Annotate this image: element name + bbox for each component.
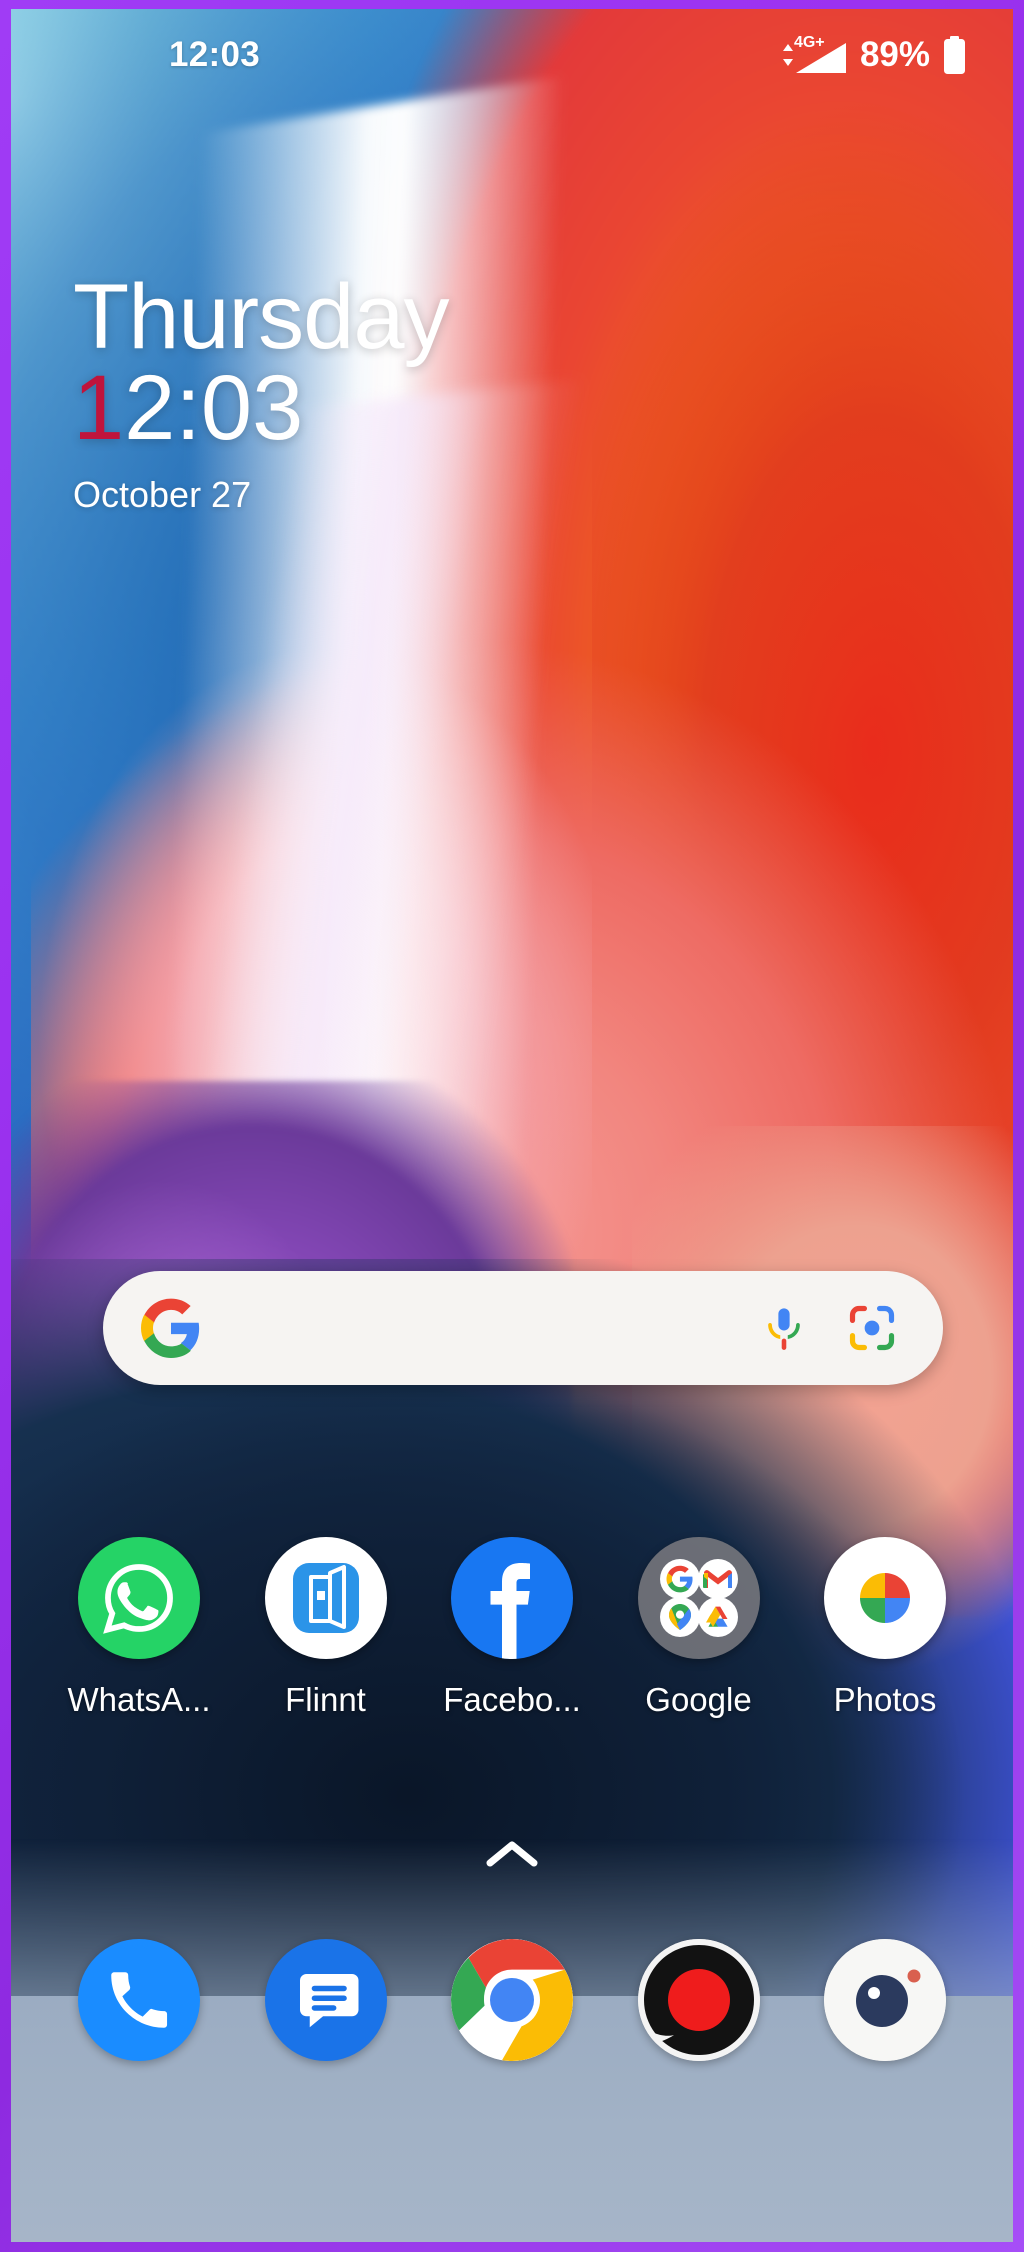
clock-weekday: Thursday bbox=[73, 266, 449, 368]
dock-item-messages[interactable] bbox=[236, 1939, 416, 2061]
app-label: Photos bbox=[833, 1681, 937, 1718]
status-bar-clock: 12:03 bbox=[169, 35, 261, 74]
camera-icon[interactable] bbox=[824, 1939, 946, 2061]
lockscreen-clock-widget[interactable]: Thursday 12:03 October 27 bbox=[73, 266, 449, 516]
google-photos-icon[interactable] bbox=[824, 1537, 946, 1659]
signal-bars-icon: 4G+ bbox=[782, 35, 848, 75]
app-google-photos[interactable]: Photos bbox=[795, 1537, 975, 1719]
google-folder-icon[interactable] bbox=[637, 1537, 760, 1659]
app-label: WhatsA... bbox=[67, 1681, 211, 1718]
clock-time: 12:03 bbox=[73, 356, 449, 459]
messages-icon[interactable] bbox=[264, 1939, 387, 2061]
dock bbox=[11, 1939, 1013, 2061]
app-label: Flinnt bbox=[285, 1681, 366, 1718]
clock-time-rest: 2:03 bbox=[124, 356, 304, 459]
app-flinnt[interactable]: Flinnt bbox=[236, 1537, 416, 1719]
home-screen-app-row: WhatsA... Flinnt Facebo... Google Photos bbox=[11, 1537, 1013, 1719]
record-icon[interactable] bbox=[637, 1939, 760, 2061]
screenshot-purple-border: 12:03 4G+ 89% Thursday 12:03 October 27 … bbox=[0, 0, 1024, 2252]
phone-icon[interactable] bbox=[78, 1939, 200, 2061]
clock-date: October 27 bbox=[73, 474, 252, 516]
whatsapp-icon[interactable] bbox=[78, 1537, 200, 1659]
facebook-icon[interactable] bbox=[451, 1537, 573, 1659]
app-label: Google bbox=[645, 1681, 752, 1718]
battery-icon bbox=[944, 36, 965, 74]
status-bar-icons: 4G+ 89% bbox=[782, 35, 967, 75]
phone-screen: 12:03 4G+ 89% Thursday 12:03 October 27 … bbox=[11, 9, 1013, 2242]
app-facebook[interactable]: Facebo... bbox=[422, 1537, 602, 1719]
status-bar: 12:03 4G+ 89% bbox=[11, 9, 1013, 101]
app-whatsapp[interactable]: WhatsA... bbox=[49, 1537, 229, 1719]
google-search-bar[interactable] bbox=[103, 1271, 943, 1385]
chevron-up-icon[interactable] bbox=[484, 1837, 540, 1871]
google-lens-camera-icon[interactable] bbox=[841, 1297, 903, 1359]
battery-percent-label: 89% bbox=[859, 35, 930, 74]
dock-item-screen-recorder[interactable] bbox=[609, 1939, 789, 2061]
flinnt-icon[interactable] bbox=[264, 1537, 387, 1659]
app-folder-google[interactable]: Google bbox=[609, 1537, 789, 1719]
dock-item-phone[interactable] bbox=[49, 1939, 229, 2061]
dock-item-chrome[interactable] bbox=[422, 1939, 602, 2061]
search-input[interactable] bbox=[201, 1271, 753, 1385]
microphone-icon[interactable] bbox=[753, 1297, 815, 1359]
data-transfer-icon bbox=[782, 44, 793, 66]
app-drawer-handle[interactable] bbox=[11, 1837, 1013, 1871]
app-label: Facebo... bbox=[443, 1681, 581, 1718]
dock-item-camera[interactable] bbox=[795, 1939, 975, 2061]
clock-time-accent-digit: 1 bbox=[73, 356, 125, 459]
chrome-icon[interactable] bbox=[451, 1939, 573, 2061]
signal-triangle-icon bbox=[795, 43, 846, 73]
google-g-icon bbox=[141, 1298, 201, 1358]
